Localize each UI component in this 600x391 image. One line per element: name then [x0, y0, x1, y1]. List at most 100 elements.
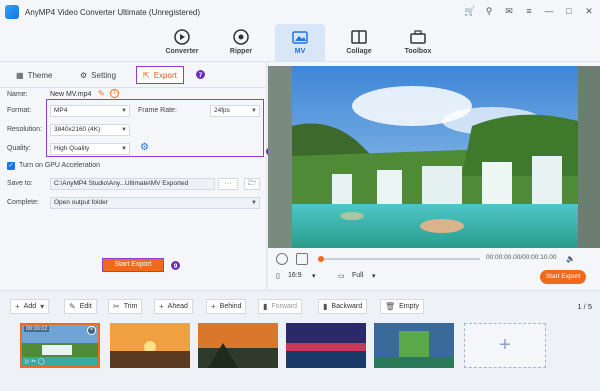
maximize-icon[interactable]: □ — [564, 5, 574, 17]
stop-icon[interactable] — [296, 253, 308, 265]
browse-button[interactable]: ··· — [218, 178, 238, 190]
clip-controls-icon[interactable]: ▷ ✂ ◯ — [25, 358, 45, 365]
format-value: MP4 — [54, 107, 68, 114]
video-side-blur — [268, 66, 292, 248]
nav-label: Toolbox — [404, 48, 432, 55]
clip-thumbnail[interactable]: 00:00:02 × ▷ ✂ ◯ — [20, 323, 100, 368]
resolution-value: 3840x2160 (4K) — [54, 126, 101, 133]
chevron-down-icon: ▼ — [121, 127, 127, 133]
info-icon[interactable]: i — [110, 89, 119, 98]
backward-button[interactable]: ▮ Backward — [318, 299, 368, 314]
ahead-button[interactable]: + Ahead — [154, 299, 193, 314]
chat-icon[interactable]: ✉ — [504, 5, 514, 17]
chevron-down-icon: ▼ — [121, 108, 127, 114]
page-indicator: 1 / 5 — [577, 302, 592, 311]
add-label: Add — [23, 303, 37, 310]
start-export-button-preview[interactable]: Start Export — [540, 270, 586, 284]
behind-button[interactable]: + Behind — [206, 299, 247, 314]
quality-settings-gear-icon[interactable]: ⚙ — [140, 142, 149, 153]
nav-mv[interactable]: MV — [275, 24, 325, 62]
format-select[interactable]: MP4 ▼ — [50, 105, 130, 117]
video-preview[interactable] — [292, 66, 578, 248]
name-value[interactable]: New MV.mp4 — [50, 91, 91, 98]
edit-pencil-icon[interactable]: ✎ — [98, 89, 105, 98]
gpu-checkbox[interactable]: ✓ — [7, 162, 15, 170]
timecode: 00:00:00.00/00:00:10.00 — [486, 254, 557, 261]
view-mode-select[interactable]: Full — [352, 272, 363, 279]
timeline-slider[interactable] — [318, 256, 480, 262]
step-badge: 9 — [170, 260, 181, 271]
chevron-down-icon: ▼ — [251, 200, 257, 206]
add-clip-button[interactable]: + — [464, 323, 546, 368]
open-folder-button[interactable]: 🗁 — [244, 178, 260, 190]
play-icon[interactable] — [276, 253, 288, 265]
chevron-down-icon: ▾ — [312, 273, 316, 280]
monitor-icon: ▭ — [338, 273, 345, 280]
quality-select[interactable]: High Quality ▼ — [50, 143, 130, 155]
edit-button[interactable]: ✎ Edit — [64, 299, 97, 314]
frame-rate-select[interactable]: 24fps ▼ — [210, 105, 260, 117]
ripper-icon — [233, 29, 249, 45]
format-label: Format: — [7, 107, 32, 114]
start-export-button[interactable]: Start Export — [102, 258, 164, 272]
clip-thumbnail[interactable] — [286, 323, 366, 368]
gpu-label: Turn on GPU Acceleration — [19, 162, 101, 169]
clip-thumbnail[interactable] — [110, 323, 190, 368]
app-logo-icon — [5, 5, 19, 19]
quality-label: Quality: — [7, 145, 31, 152]
aspect-ratio-icon: ▯ — [276, 273, 280, 280]
player-controls: 00:00:00.00/00:00:10.00 🔈 ▯ 16:9 ▾ ▭ Ful… — [268, 250, 600, 290]
ahead-label: Ahead — [167, 303, 188, 310]
resolution-select[interactable]: 3840x2160 (4K) ▼ — [50, 124, 130, 136]
empty-button[interactable]: 🗑 Empty — [380, 299, 424, 314]
app-title: AnyMP4 Video Converter Ultimate (Unregis… — [25, 7, 201, 17]
menu-icon[interactable]: ≡ — [524, 5, 534, 17]
add-button[interactable]: + Add ▾ — [10, 299, 50, 314]
clip-thumbnail[interactable] — [374, 323, 454, 368]
cart-icon[interactable]: 🛒 — [464, 5, 475, 17]
top-navigation: Converter Ripper MV Collage Toolbox — [0, 24, 600, 62]
nav-collage[interactable]: Collage — [334, 24, 384, 62]
step-badge: 7 — [195, 69, 206, 80]
tab-setting[interactable]: ⚙ Setting — [80, 66, 116, 84]
panel-tabs: ▦ Theme ⚙ Setting ⇱ Export 7 — [0, 66, 267, 84]
behind-label: Behind — [219, 303, 242, 310]
nav-converter[interactable]: Converter — [157, 24, 207, 62]
clip-image — [110, 323, 190, 368]
clip-filmstrip: 00:00:02 × ▷ ✂ ◯ + — [0, 320, 600, 391]
edit-icon: ✎ — [69, 302, 76, 311]
forward-button[interactable]: ▮ Forward — [258, 299, 303, 314]
plus-icon: + — [211, 302, 216, 311]
save-path-field[interactable]: C:\AnyMP4 Studio\Any...Ultimate\MV Expor… — [50, 178, 215, 190]
current-page: 1 — [577, 302, 582, 311]
timeline-knob[interactable] — [318, 256, 324, 262]
volume-icon[interactable]: 🔈 — [566, 254, 578, 264]
plus-icon: + — [15, 302, 20, 311]
frame-rate-value: 24fps — [214, 107, 230, 114]
nav-toolbox[interactable]: Toolbox — [393, 24, 443, 62]
tab-label: Theme — [27, 70, 53, 80]
clip-duration: 00:00:02 — [24, 326, 50, 332]
export-settings-panel: ▦ Theme ⚙ Setting ⇱ Export 7 Name: New M… — [0, 62, 276, 290]
converter-icon — [174, 29, 190, 45]
nav-ripper[interactable]: Ripper — [216, 24, 266, 62]
user-icon[interactable]: ⚲ — [484, 5, 494, 17]
trim-button[interactable]: ✂ Trim — [108, 299, 143, 314]
toolbox-icon — [410, 30, 426, 44]
chevron-down-icon: ▼ — [251, 108, 257, 114]
nav-label: Converter — [165, 48, 199, 55]
gear-icon: ⚙ — [80, 70, 88, 80]
backward-label: Backward — [331, 303, 363, 310]
close-icon[interactable]: ✕ — [584, 5, 594, 17]
trim-label: Trim — [123, 303, 138, 310]
clip-thumbnail[interactable] — [198, 323, 278, 368]
complete-select[interactable]: Open output folder ▼ — [50, 197, 260, 209]
tab-export[interactable]: ⇱ Export — [136, 66, 184, 84]
tab-theme[interactable]: ▦ Theme — [16, 66, 52, 84]
clip-image — [198, 323, 278, 368]
close-icon[interactable]: × — [87, 326, 96, 335]
aspect-ratio-select[interactable]: 16:9 — [288, 272, 302, 279]
nav-label: Collage — [346, 48, 372, 55]
tab-label: Export — [153, 70, 177, 80]
minimize-icon[interactable]: — — [544, 5, 554, 17]
